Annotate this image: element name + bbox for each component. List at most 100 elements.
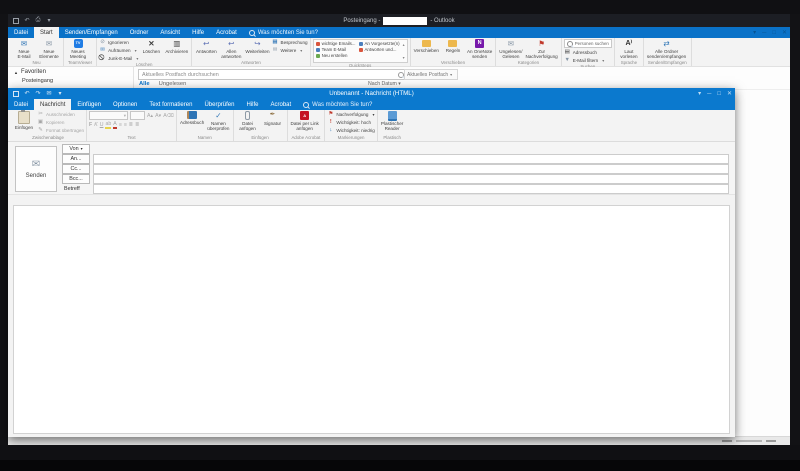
unread-read-button[interactable]: ✉Ungelesen/ Gelesen	[498, 39, 523, 59]
status-zoom-out[interactable]	[722, 440, 732, 442]
minimize-icon[interactable]: ─	[762, 30, 766, 36]
bold-button[interactable]: F	[89, 122, 92, 128]
format-painter-button[interactable]: ✎Format übertragen	[37, 127, 84, 134]
close-icon[interactable]: ✕	[727, 90, 732, 97]
follow-up-button[interactable]: ⚑Nachverfolgung▾	[327, 111, 375, 118]
junk-button[interactable]: ⃠Junk-E-Mail▾	[99, 55, 138, 62]
address-book-button[interactable]: ▤Adressbuch	[564, 49, 612, 56]
tab-datei[interactable]: Datei	[8, 99, 34, 110]
paste-button[interactable]: Einfügen	[12, 111, 36, 130]
maximize-icon[interactable]: □	[717, 91, 721, 97]
to-input[interactable]	[93, 154, 729, 164]
find-people-field[interactable]: Personen suchen	[564, 39, 612, 48]
message-body-editor[interactable]	[13, 205, 730, 434]
filter-email-button[interactable]: ▼E-Mail filtern▾	[564, 57, 612, 64]
mailbox-search-input[interactable]: Aktuelles Postfach durchsuchen	[138, 69, 408, 80]
font-size-select[interactable]	[130, 111, 145, 120]
new-email-button[interactable]: ✉Neue E-Mail	[12, 39, 36, 59]
reply-button[interactable]: ↩Antworten	[194, 39, 218, 54]
cleanup-button[interactable]: ✉Aufräumen▾	[99, 47, 138, 54]
send-button[interactable]: ✉ Senden	[15, 146, 57, 192]
search-scope-dropdown[interactable]: Aktuelles Postfach▾	[404, 69, 458, 80]
sort-by-date[interactable]: Nach Datum ▾	[368, 81, 401, 87]
cc-button[interactable]: Cc...	[62, 164, 90, 174]
immersive-reader-button[interactable]: Plastischer Reader	[380, 111, 404, 131]
clear-format-icon[interactable]: A⌫	[163, 113, 174, 119]
signature-button[interactable]: ✒Signatur	[261, 111, 285, 126]
delete-button[interactable]: ✕Löschen	[139, 39, 163, 54]
subject-input[interactable]	[93, 184, 729, 194]
tab-ansicht[interactable]: Ansicht	[154, 27, 186, 38]
follow-up-button[interactable]: ⚑Zur Nachverfolgung	[525, 39, 559, 59]
align-center-icon[interactable]: ≣	[135, 122, 139, 128]
quickstep-item[interactable]: An Vorgesetzte(n)	[359, 41, 400, 46]
sidebar-item-posteingang[interactable]: Posteingang	[22, 78, 53, 84]
rules-button[interactable]: Regeln	[441, 39, 465, 53]
read-aloud-button[interactable]: A⁾Laut vorlesen	[617, 39, 641, 59]
from-button[interactable]: Von▾	[62, 144, 90, 154]
ignore-button[interactable]: ⊘Ignorieren	[99, 39, 138, 46]
maximize-icon[interactable]: □	[772, 30, 776, 36]
highlight-button[interactable]: ab	[105, 121, 111, 129]
font-color-button[interactable]: A	[113, 121, 116, 129]
status-zoom-slider[interactable]	[736, 440, 762, 442]
bcc-button[interactable]: Bcc...	[62, 174, 90, 184]
font-name-select[interactable]: ▾	[89, 111, 128, 120]
tab-optionen[interactable]: Optionen	[107, 99, 143, 110]
forward-button[interactable]: ↪Weiterleiten	[244, 39, 270, 54]
more-respond-button[interactable]: ✉Weitere▾	[272, 47, 308, 54]
grow-font-icon[interactable]: A▴	[147, 113, 153, 119]
quickstep-item[interactable]: wichtige Emails...	[316, 41, 356, 46]
tab-datei[interactable]: Datei	[8, 27, 34, 38]
quicksteps-scroll[interactable]: ▴▾	[403, 41, 405, 61]
status-zoom-in[interactable]	[766, 440, 776, 442]
send-receive-button[interactable]: ⇄Alle Ordner senden/empfangen	[646, 39, 687, 59]
tab-acrobat[interactable]: Acrobat	[210, 27, 243, 38]
tab-einfuegen[interactable]: Einfügen	[71, 99, 107, 110]
tab-ueberpruefen[interactable]: Überprüfen	[198, 99, 240, 110]
meeting-button[interactable]: ▦Besprechung	[272, 39, 308, 46]
check-names-button[interactable]: ✓Namen überprüfen	[206, 111, 230, 131]
underline-button[interactable]: U	[100, 122, 104, 128]
shrink-font-icon[interactable]: A▾	[155, 113, 161, 119]
numbering-icon[interactable]: ≡	[124, 122, 127, 128]
onenote-button[interactable]: NAn OneNote senden	[466, 39, 493, 59]
tab-acrobat[interactable]: Acrobat	[264, 99, 297, 110]
quickstep-item[interactable]: Team E-Mail	[316, 47, 356, 52]
cut-button[interactable]: ✂Ausschneiden	[37, 111, 84, 118]
archive-button[interactable]: ▥Archivieren	[164, 39, 189, 54]
tab-text-formatieren[interactable]: Text formatieren	[143, 99, 198, 110]
tellme-search[interactable]: Was möchten Sie tun?	[297, 99, 378, 110]
address-book-button[interactable]: Adressbuch	[179, 111, 205, 125]
tab-hilfe[interactable]: Hilfe	[240, 99, 264, 110]
cc-input[interactable]	[93, 164, 729, 174]
tab-senden-empfangen[interactable]: Senden/Empfangen	[59, 27, 124, 38]
ribbon-options-icon[interactable]: ▾	[753, 29, 756, 36]
close-icon[interactable]: ✕	[782, 29, 787, 36]
attach-file-button[interactable]: Datei anfügen	[236, 111, 260, 131]
tab-nachricht[interactable]: Nachricht	[34, 99, 71, 110]
copy-button[interactable]: ▣Kopieren	[37, 119, 84, 126]
quickstep-item[interactable]: Antworten und...	[359, 47, 400, 52]
tellme-search[interactable]: Was möchten Sie tun?	[243, 27, 324, 38]
filter-all[interactable]: Alle	[139, 81, 150, 87]
tab-start[interactable]: Start	[34, 27, 59, 38]
quickstep-item[interactable]: Neu erstellen	[316, 53, 356, 58]
reply-all-button[interactable]: ↩Allen antworten	[219, 39, 243, 59]
new-items-button[interactable]: ✉Neue Elemente	[37, 39, 61, 59]
italic-button[interactable]: K	[94, 122, 97, 128]
high-importance-button[interactable]: !Wichtigkeit: hoch	[327, 119, 375, 126]
to-button[interactable]: An...	[62, 154, 90, 164]
attach-via-link-button[interactable]: ADatei per Link anfügen	[290, 111, 320, 131]
move-button[interactable]: Verschieben	[413, 39, 440, 53]
ribbon-options-icon[interactable]: ▾	[698, 90, 701, 97]
favorites-header[interactable]: ▲Favoriten	[14, 69, 46, 75]
minimize-icon[interactable]: ─	[707, 91, 711, 97]
tab-hilfe[interactable]: Hilfe	[186, 27, 210, 38]
align-left-icon[interactable]: ≣	[129, 122, 133, 128]
filter-unread[interactable]: Ungelesen	[159, 81, 187, 87]
bullets-icon[interactable]: ≡	[119, 122, 122, 128]
new-meeting-button[interactable]: TVNeues Meeting	[66, 39, 90, 59]
low-importance-button[interactable]: ↓Wichtigkeit: niedrig	[327, 127, 375, 134]
tab-ordner[interactable]: Ordner	[124, 27, 155, 38]
